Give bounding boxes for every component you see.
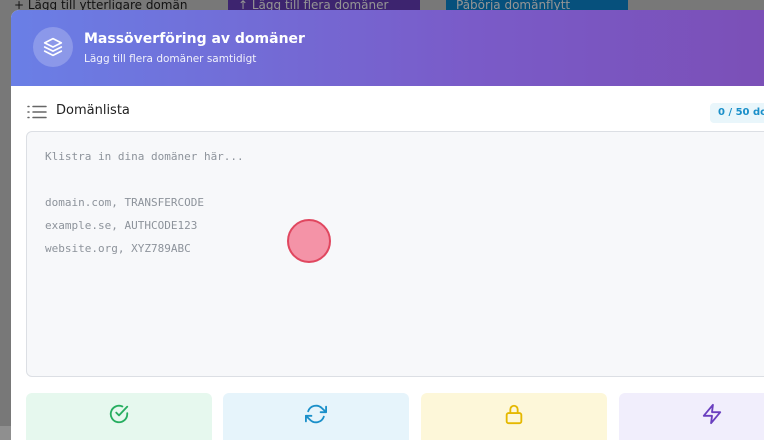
feature-card-validation <box>26 393 212 440</box>
feature-card-security <box>421 393 607 440</box>
modal-header: Massöverföring av domäner Lägg till fler… <box>11 10 764 86</box>
feature-card-speed <box>619 393 764 440</box>
domain-list-title: Domänlista <box>56 103 130 118</box>
domain-count-badge: 0 / 50 domäner <box>710 103 764 123</box>
domain-textarea[interactable]: Klistra in dina domäner här... domain.co… <box>26 131 764 377</box>
layers-icon <box>33 27 73 67</box>
domain-list-header: Domänlista 0 / 50 domäner <box>11 86 764 132</box>
lock-icon <box>505 404 523 425</box>
list-icon <box>27 104 47 123</box>
refresh-icon <box>305 404 327 424</box>
click-indicator <box>287 219 331 263</box>
feature-card-sync <box>223 393 409 440</box>
bulk-transfer-modal: Massöverföring av domäner Lägg till fler… <box>11 10 764 440</box>
lightning-icon <box>702 403 722 425</box>
check-circle-icon <box>109 404 129 424</box>
textarea-placeholder: Klistra in dina domäner här... domain.co… <box>45 150 244 255</box>
modal-title: Massöverföring av domäner <box>84 31 305 47</box>
modal-subtitle: Lägg till flera domäner samtidigt <box>84 53 257 65</box>
feature-cards <box>26 393 764 440</box>
